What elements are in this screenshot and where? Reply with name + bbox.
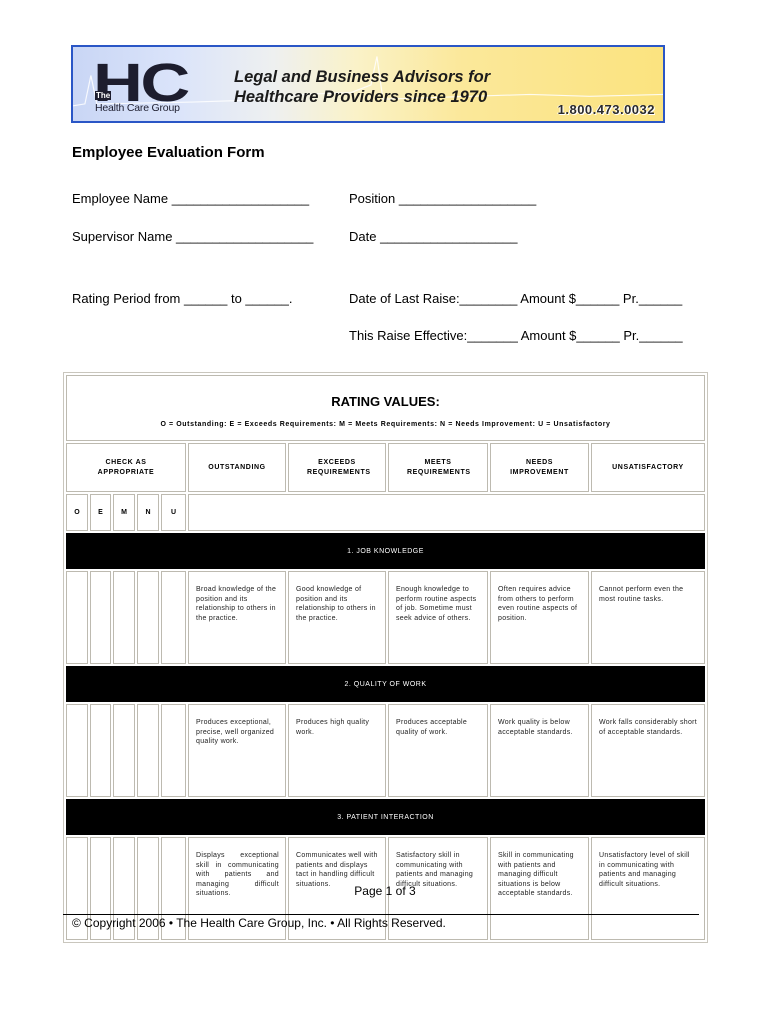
logo-the: The [95,91,112,100]
last-raise-field[interactable]: Date of Last Raise:________ Amount $____… [349,291,682,306]
desc-exceeds: Produces high quality work. [288,704,386,797]
check-box-o[interactable] [66,571,88,664]
header-exceeds: EXCEEDS REQUIREMENTS [288,443,386,492]
section-header-row: 1. JOB KNOWLEDGE [66,533,705,569]
logo-group-name: Health Care Group [95,102,180,114]
desc-outstanding: Produces exceptional, precise, well orga… [188,704,286,797]
check-box-u[interactable] [161,571,186,664]
banner-tagline: Legal and Business Advisors for Healthca… [234,67,490,107]
supervisor-name-field[interactable]: Supervisor Name ___________________ [72,229,313,244]
footer-divider [63,914,699,915]
check-box-e[interactable] [90,571,111,664]
rating-values-title: RATING VALUES: [331,394,440,409]
company-logo: HC The Health Care Group [93,56,193,115]
position-field[interactable]: Position ___________________ [349,191,536,206]
page-number: Page 1 of 3 [354,884,416,898]
section-row-quality-of-work: Produces exceptional, precise, well orga… [66,704,705,797]
section-title-job-knowledge: 1. JOB KNOWLEDGE [66,533,705,569]
rating-table: RATING VALUES: O = Outstanding: E = Exce… [63,372,708,943]
header-needs: NEEDS IMPROVEMENT [490,443,589,492]
header-banner: HC The Health Care Group Legal and Busin… [71,45,665,123]
section-title-patient-interaction: 3. PATIENT INTERACTION [66,799,705,835]
check-box-u[interactable] [161,704,186,797]
header-check-as-appropriate: CHECK AS APPROPRIATE [66,443,186,492]
desc-meets: Produces acceptable quality of work. [388,704,488,797]
desc-exceeds: Good knowledge of position and its relat… [288,571,386,664]
check-box-m[interactable] [113,704,135,797]
section-header-row: 2. QUALITY OF WORK [66,666,705,702]
copyright-notice: © Copyright 2006 • The Health Care Group… [72,916,446,930]
check-box-e[interactable] [90,704,111,797]
header-unsatisfactory: UNSATISFACTORY [591,443,705,492]
employee-name-field[interactable]: Employee Name ___________________ [72,191,309,206]
rating-values-row: RATING VALUES: O = Outstanding: E = Exce… [66,375,705,441]
rating-letters-row: O E M N U [66,494,705,531]
tagline-line-2: Healthcare Providers since 1970 [234,88,488,106]
tagline-line-1: Legal and Business Advisors for [234,68,491,86]
letters-spacer [188,494,705,531]
desc-needs: Work quality is below acceptable standar… [490,704,589,797]
raise-effective-field[interactable]: This Raise Effective:_______ Amount $___… [349,328,683,343]
check-box-o[interactable] [66,704,88,797]
header-outstanding: OUTSTANDING [188,443,286,492]
rating-period-field[interactable]: Rating Period from ______ to ______. [72,291,292,306]
section-row-job-knowledge: Broad knowledge of the position and its … [66,571,705,664]
check-box-n[interactable] [137,571,159,664]
letter-e: E [90,494,111,531]
letter-o: O [66,494,88,531]
phone-number: 1.800.473.0032 [557,102,655,117]
letter-n: N [137,494,159,531]
section-title-quality-of-work: 2. QUALITY OF WORK [66,666,705,702]
rating-values-legend: O = Outstanding: E = Exceeds Requirement… [160,421,611,428]
desc-unsatisfactory: Cannot perform even the most routine tas… [591,571,705,664]
page-title: Employee Evaluation Form [72,144,265,161]
letter-u: U [161,494,186,531]
letter-m: M [113,494,135,531]
rating-values-cell: RATING VALUES: O = Outstanding: E = Exce… [66,375,705,441]
header-meets: MEETS REQUIREMENTS [388,443,488,492]
desc-unsatisfactory: Work falls considerably short of accepta… [591,704,705,797]
column-header-row: CHECK AS APPROPRIATE OUTSTANDING EXCEEDS… [66,443,705,492]
desc-outstanding: Broad knowledge of the position and its … [188,571,286,664]
check-box-m[interactable] [113,571,135,664]
desc-meets: Enough knowledge to perform routine aspe… [388,571,488,664]
check-box-n[interactable] [137,704,159,797]
date-field[interactable]: Date ___________________ [349,229,517,244]
section-header-row: 3. PATIENT INTERACTION [66,799,705,835]
desc-needs: Often requires advice from others to per… [490,571,589,664]
